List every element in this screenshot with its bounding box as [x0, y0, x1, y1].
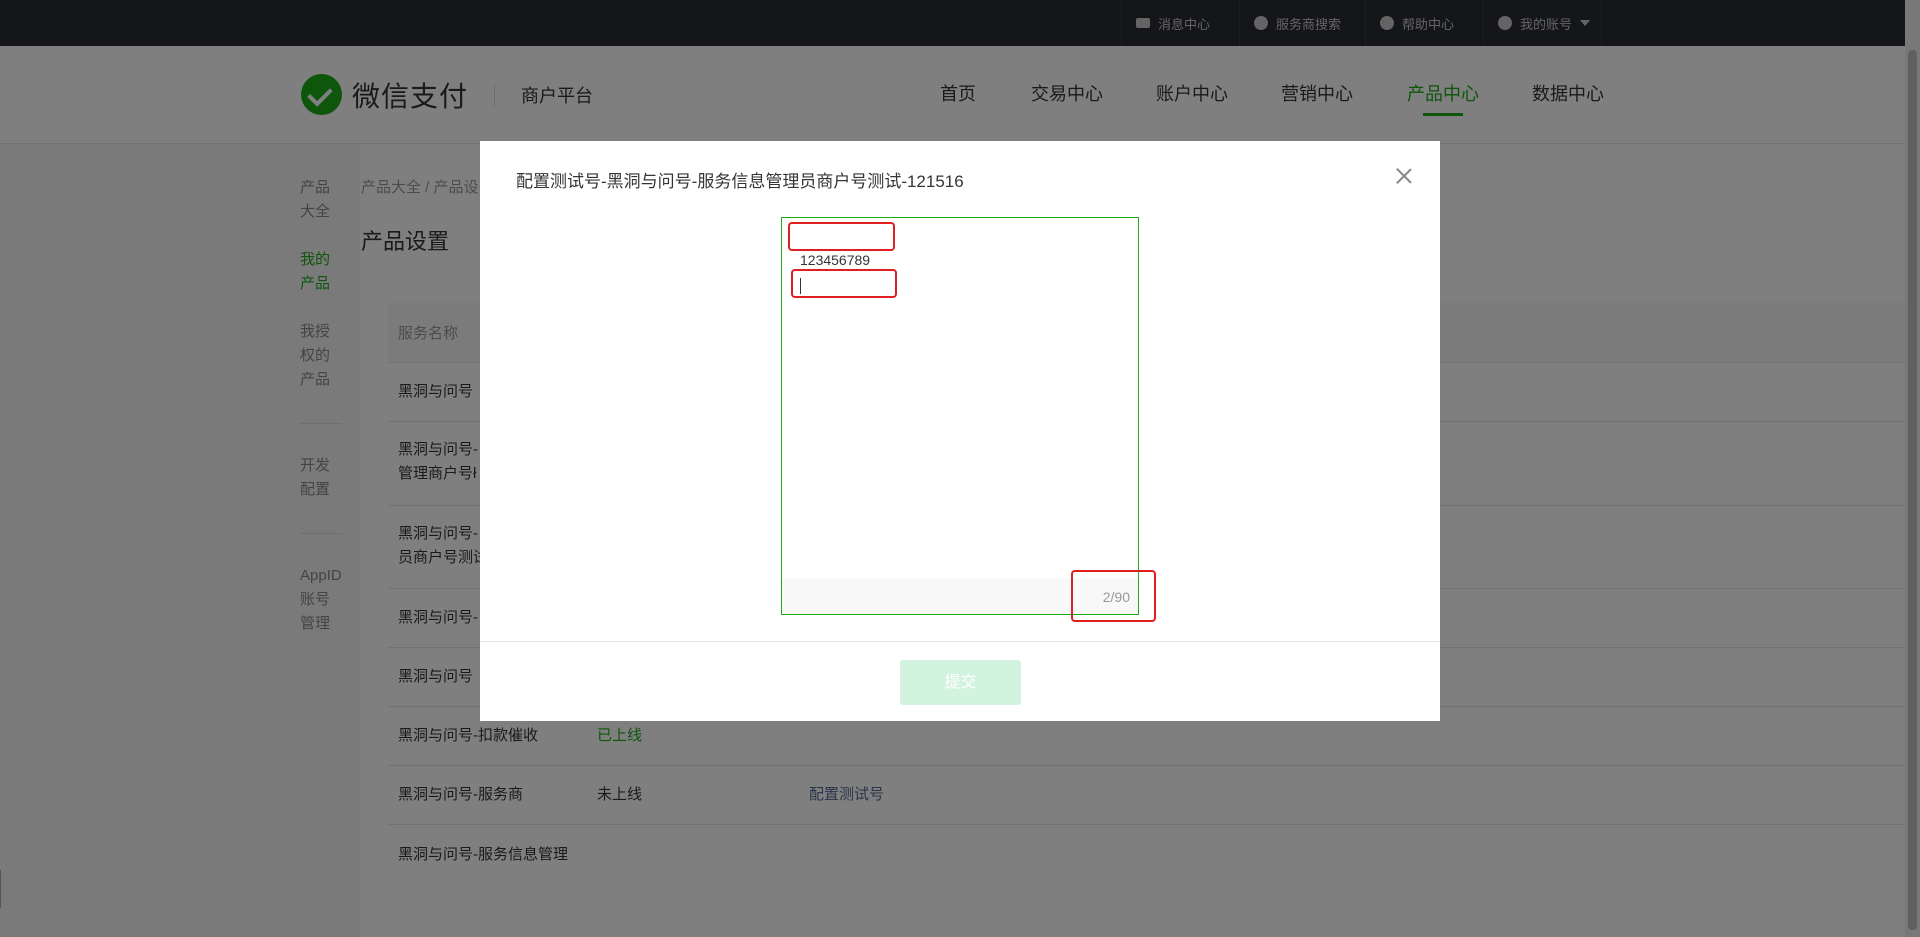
configure-test-account-dialog: 配置测试号-黑洞与问号-服务信息管理员商户号测试-121516 12345678…: [480, 141, 1440, 721]
highlight-box-counter: [1071, 570, 1156, 622]
submit-button[interactable]: 提交: [900, 660, 1021, 705]
textarea-line: 123456789: [800, 252, 871, 268]
highlight-box-cursor-line: [791, 269, 897, 298]
dialog-footer-divider: [480, 641, 1440, 642]
highlight-box-empty-line: [788, 222, 895, 251]
left-edge-marker: [0, 870, 1, 908]
dialog-title: 配置测试号-黑洞与问号-服务信息管理员商户号测试-121516: [516, 172, 964, 191]
close-icon[interactable]: [1395, 167, 1413, 185]
